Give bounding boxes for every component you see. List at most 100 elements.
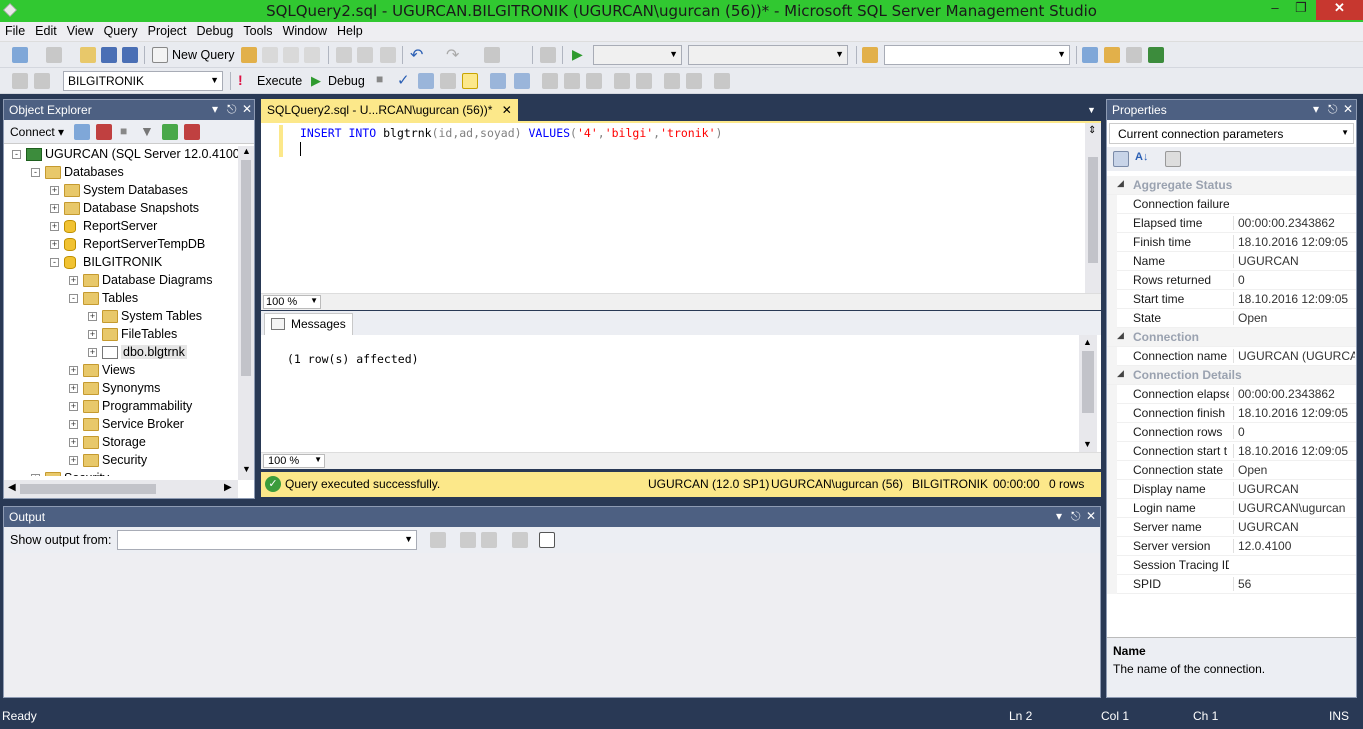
property-row[interactable]: Login name UGURCAN\ugurcan <box>1107 499 1356 518</box>
save-all-icon[interactable] <box>122 47 138 63</box>
property-row[interactable]: Connection finish 18.10.2016 12:09:05 <box>1107 404 1356 423</box>
property-row[interactable]: Connection state Open <box>1107 461 1356 480</box>
expand-toggle-icon[interactable]: + <box>69 438 78 447</box>
connect-icon[interactable] <box>12 73 28 89</box>
pin-icon[interactable]: ⎋ <box>1328 102 1338 117</box>
close-panel-icon[interactable]: ✕ <box>242 102 252 116</box>
menu-file[interactable]: File <box>0 22 30 38</box>
tree-node[interactable]: + dbo.blgtrnk <box>4 344 238 362</box>
properties-icon[interactable] <box>1126 47 1142 63</box>
collapse-toggle-icon[interactable]: - <box>31 168 40 177</box>
tree-node[interactable]: + ReportServerTempDB <box>4 236 238 254</box>
redo-icon[interactable]: ↷ <box>446 45 459 65</box>
word-wrap-icon[interactable] <box>539 532 555 548</box>
property-row[interactable]: Start time 18.10.2016 12:09:05 <box>1107 290 1356 309</box>
parse-icon[interactable]: ✓ <box>397 71 410 89</box>
object-explorer-icon[interactable] <box>1104 47 1120 63</box>
undo-icon[interactable]: ↶ <box>410 45 423 65</box>
new-project-icon[interactable] <box>12 47 28 63</box>
panel-menu-icon[interactable]: ▾ <box>1313 102 1319 116</box>
collapse-category-icon[interactable]: ◢ <box>1117 178 1124 189</box>
tree-node[interactable]: + ReportServer <box>4 218 238 236</box>
property-row[interactable]: State Open <box>1107 309 1356 328</box>
menu-view[interactable]: View <box>62 22 99 38</box>
editor-vertical-scrollbar[interactable]: ⇕ <box>1085 123 1101 295</box>
panel-menu-icon[interactable]: ▾ <box>1056 509 1062 523</box>
change-connection-icon[interactable] <box>34 73 50 89</box>
cut-icon[interactable] <box>336 47 352 63</box>
menu-debug[interactable]: Debug <box>192 22 239 38</box>
new-query-icon[interactable] <box>152 47 168 63</box>
expand-toggle-icon[interactable]: + <box>50 186 59 195</box>
alphabetical-icon[interactable]: A↓ <box>1135 151 1148 163</box>
execute-button[interactable]: Execute <box>257 74 302 88</box>
registered-servers-icon[interactable] <box>1082 47 1098 63</box>
property-row[interactable]: SPID 56 <box>1107 575 1356 594</box>
property-pages-icon[interactable] <box>1165 151 1181 167</box>
copy-icon[interactable] <box>357 47 373 63</box>
property-category[interactable]: ◢ Aggregate Status <box>1107 176 1356 195</box>
property-row[interactable]: Connection rows 0 <box>1107 423 1356 442</box>
new-query-button[interactable]: New Query <box>172 48 235 62</box>
expand-toggle-icon[interactable]: + <box>50 240 59 249</box>
panel-menu-icon[interactable]: ▾ <box>212 102 218 116</box>
connect-oe-icon[interactable] <box>74 124 90 140</box>
collapse-toggle-icon[interactable]: - <box>12 150 21 159</box>
go-next-icon[interactable] <box>481 532 497 548</box>
tree-node[interactable]: + Service Broker <box>4 416 238 434</box>
expand-toggle-icon[interactable]: + <box>69 384 78 393</box>
save-icon[interactable] <box>101 47 117 63</box>
pin-icon[interactable]: ⎋ <box>227 102 237 117</box>
tab-overflow-icon[interactable]: ▼ <box>1087 105 1096 115</box>
tree-node[interactable]: + Security <box>4 452 238 470</box>
tree-node[interactable]: - Databases <box>4 164 238 182</box>
code-editor[interactable]: INSERT INTO blgtrnk(id,ad,soyad) VALUES(… <box>261 121 1101 295</box>
query-tab[interactable]: SQLQuery2.sql - U...RCAN\ugurcan (56))* … <box>261 99 518 121</box>
minimize-button[interactable]: – <box>1262 0 1288 20</box>
property-row[interactable]: Connection start t 18.10.2016 12:09:05 <box>1107 442 1356 461</box>
navigate-backward-icon[interactable] <box>484 47 500 63</box>
tree-node[interactable]: + System Databases <box>4 182 238 200</box>
property-row[interactable]: Connection name UGURCAN (UGURCAN\ <box>1107 347 1356 366</box>
available-databases-select[interactable]: BILGITRONIK ▼ <box>63 71 223 91</box>
categorized-icon[interactable] <box>1113 151 1129 167</box>
start-debug-icon[interactable]: ▶ <box>572 46 583 63</box>
results-file-icon[interactable] <box>586 73 602 89</box>
menu-query[interactable]: Query <box>99 22 143 38</box>
activity-monitor-icon[interactable] <box>184 124 200 140</box>
display-plan-icon[interactable] <box>418 73 434 89</box>
query-options-icon[interactable] <box>440 73 456 89</box>
expand-toggle-icon[interactable]: + <box>50 204 59 213</box>
uncomment-icon[interactable] <box>636 73 652 89</box>
results-vertical-scrollbar[interactable]: ▲ ▼ <box>1079 335 1097 455</box>
property-row[interactable]: Server name UGURCAN <box>1107 518 1356 537</box>
expand-toggle-icon[interactable]: + <box>88 348 97 357</box>
property-row[interactable]: Connection failure <box>1107 195 1356 214</box>
property-row[interactable]: Connection elapsed 00:00:00.2343862 <box>1107 385 1356 404</box>
paste-icon[interactable] <box>380 47 396 63</box>
go-previous-icon[interactable] <box>460 532 476 548</box>
toolbox-icon[interactable] <box>1148 47 1164 63</box>
collapse-category-icon[interactable]: ◢ <box>1117 368 1124 379</box>
tree-vertical-scrollbar[interactable]: ▲ ▼ <box>238 146 254 480</box>
close-panel-icon[interactable]: ✕ <box>1086 509 1096 523</box>
query-db-icon[interactable] <box>241 47 257 63</box>
editor-zoom-select[interactable]: 100 % ▼ <box>263 295 321 309</box>
menu-tools[interactable]: Tools <box>238 22 277 38</box>
close-tab-icon[interactable]: ✕ <box>502 103 512 117</box>
expand-toggle-icon[interactable]: + <box>69 402 78 411</box>
menu-help[interactable]: Help <box>332 22 368 38</box>
expand-toggle-icon[interactable]: + <box>69 276 78 285</box>
expand-toggle-icon[interactable]: + <box>88 330 97 339</box>
property-row[interactable]: Server version 12.0.4100 <box>1107 537 1356 556</box>
property-row[interactable]: Display name UGURCAN <box>1107 480 1356 499</box>
find-in-files-icon[interactable] <box>862 47 878 63</box>
expand-toggle-icon[interactable]: + <box>69 366 78 375</box>
expand-toggle-icon[interactable]: + <box>31 474 40 476</box>
specify-values-icon[interactable] <box>714 73 730 89</box>
decrease-indent-icon[interactable] <box>664 73 680 89</box>
clear-all-icon[interactable] <box>512 532 528 548</box>
include-plan-icon[interactable] <box>490 73 506 89</box>
messages-tab[interactable]: Messages <box>264 313 353 335</box>
tree-node[interactable]: + Synonyms <box>4 380 238 398</box>
